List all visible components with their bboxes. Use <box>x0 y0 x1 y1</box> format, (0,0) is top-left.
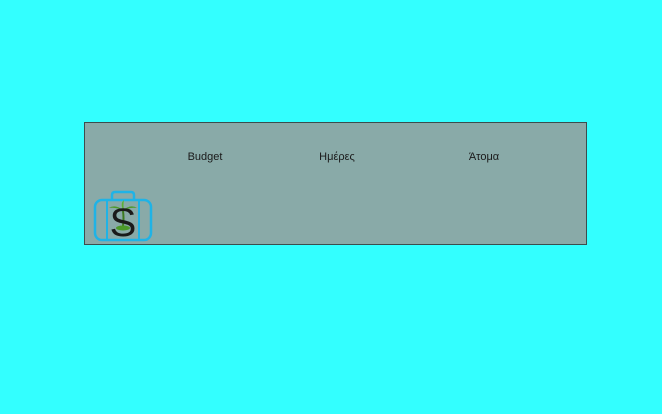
logo-letter: S <box>110 201 137 242</box>
suitcase-palm-logo-icon: S <box>93 190 153 242</box>
days-label: Ημέρες <box>319 151 355 163</box>
trip-panel: Budget Ημέρες Άτομα S <box>84 122 587 245</box>
people-label: Άτομα <box>468 151 500 163</box>
budget-label: Budget <box>187 151 223 163</box>
